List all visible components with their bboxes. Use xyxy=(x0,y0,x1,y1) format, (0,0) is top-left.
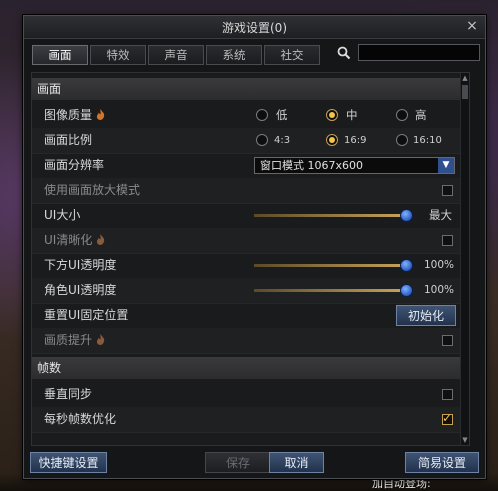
settings-panel: 画面 图像质量 低 中 高 画面比例 4:3 16:9 16:10 画面分辨率 … xyxy=(31,72,470,446)
fps-optimization-label: 每秒帧数优化 xyxy=(44,412,117,426)
simple-settings-button[interactable]: 简易设置 xyxy=(405,452,479,473)
aspect-16-10-label: 16:10 xyxy=(413,135,442,146)
shortcut-settings-button[interactable]: 快捷键设置 xyxy=(30,452,107,473)
quality-medium-label: 中 xyxy=(346,108,358,122)
section-display-header: 画面 xyxy=(32,78,460,100)
scroll-up-icon[interactable]: ▲ xyxy=(461,74,469,82)
character-ui-opacity-slider-knob[interactable] xyxy=(400,284,413,297)
row-zoom-mode: 使用画面放大模式 xyxy=(32,178,460,204)
flame-icon xyxy=(96,334,105,345)
reset-ui-button[interactable]: 初始化 xyxy=(396,305,456,326)
row-aspect-ratio: 画面比例 4:3 16:9 16:10 xyxy=(32,128,460,154)
fps-optimization-checkbox[interactable] xyxy=(442,411,453,425)
tab-sound[interactable]: 声音 xyxy=(148,45,204,65)
aspect-16-10-radio[interactable] xyxy=(396,134,408,146)
row-quality-boost: 画质提升 xyxy=(32,328,460,354)
quality-boost-checkbox[interactable] xyxy=(442,335,453,346)
cancel-button[interactable]: 取消 xyxy=(269,452,324,473)
save-button[interactable]: 保存 xyxy=(205,452,271,473)
row-vsync: 垂直同步 xyxy=(32,382,460,408)
reset-ui-position-label: 重置UI固定位置 xyxy=(44,308,129,322)
ui-size-value: 最大 xyxy=(429,208,452,222)
search-input[interactable] xyxy=(358,44,480,61)
quality-high-label: 高 xyxy=(415,108,427,122)
flame-icon xyxy=(97,234,105,245)
ui-sharpness-checkbox[interactable] xyxy=(442,235,453,246)
character-ui-opacity-value: 100% xyxy=(424,284,455,296)
vsync-checkbox[interactable] xyxy=(442,389,453,400)
character-ui-opacity-slider[interactable] xyxy=(254,284,413,297)
ui-size-slider[interactable] xyxy=(254,209,413,222)
aspect-16-9-radio[interactable] xyxy=(326,134,338,146)
dialog-title: 游戏设置(0) xyxy=(222,21,287,35)
image-quality-label: 图像质量 xyxy=(44,108,93,122)
tab-system[interactable]: 系统 xyxy=(206,45,262,65)
aspect-16-9-label: 16:9 xyxy=(344,135,367,146)
close-icon[interactable]: × xyxy=(465,19,479,33)
resolution-select[interactable]: 窗口模式 1067x600 ▼ xyxy=(254,157,455,174)
aspect-4-3-label: 4:3 xyxy=(274,135,291,146)
zoom-mode-checkbox[interactable] xyxy=(442,185,453,196)
quality-medium-radio[interactable] xyxy=(326,109,338,121)
scroll-down-icon[interactable]: ▼ xyxy=(461,436,469,444)
bottom-ui-opacity-slider-knob[interactable] xyxy=(400,259,413,272)
quality-low-label: 低 xyxy=(276,108,288,122)
scroll-thumb[interactable] xyxy=(462,85,468,99)
game-settings-dialog: 游戏设置(0) × 画面 特效 声音 系统 社交 画面 图像质量 低 中 高 画… xyxy=(23,15,486,479)
row-image-quality: 图像质量 低 中 高 xyxy=(32,103,460,129)
ui-size-slider-knob[interactable] xyxy=(400,209,413,222)
row-bottom-ui-opacity: 下方UI透明度 100% xyxy=(32,253,460,279)
character-ui-opacity-label: 角色UI透明度 xyxy=(44,283,117,297)
resolution-label: 画面分辨率 xyxy=(44,158,105,172)
flame-icon xyxy=(96,109,105,120)
quality-boost-label: 画质提升 xyxy=(44,333,93,347)
row-ui-sharpness: UI清晰化 xyxy=(32,228,460,254)
search-icon[interactable] xyxy=(337,46,351,60)
row-ui-size: UI大小 最大 xyxy=(32,203,460,229)
row-fps-optimization: 每秒帧数优化 xyxy=(32,407,460,433)
bottom-ui-opacity-value: 100% xyxy=(424,259,455,271)
row-reset-ui-position: 重置UI固定位置 初始化 xyxy=(32,303,460,329)
row-character-ui-opacity: 角色UI透明度 100% xyxy=(32,278,460,304)
quality-high-radio[interactable] xyxy=(396,109,408,121)
vsync-label: 垂直同步 xyxy=(44,387,93,401)
zoom-mode-label: 使用画面放大模式 xyxy=(44,183,141,197)
ui-size-label: UI大小 xyxy=(44,208,81,222)
section-fps-header: 帧数 xyxy=(32,357,460,379)
quality-low-radio[interactable] xyxy=(256,109,268,121)
tab-display[interactable]: 画面 xyxy=(32,45,88,65)
row-resolution: 画面分辨率 窗口模式 1067x600 ▼ xyxy=(32,153,460,179)
titlebar: 游戏设置(0) × xyxy=(24,16,485,39)
tab-effects[interactable]: 特效 xyxy=(90,45,146,65)
bottom-ui-opacity-slider[interactable] xyxy=(254,259,413,272)
aspect-ratio-label: 画面比例 xyxy=(44,133,93,147)
ui-sharpness-label: UI清晰化 xyxy=(44,233,93,247)
resolution-value: 窗口模式 1067x600 xyxy=(260,159,363,172)
aspect-4-3-radio[interactable] xyxy=(256,134,268,146)
chevron-down-icon[interactable]: ▼ xyxy=(438,158,454,173)
tab-social[interactable]: 社交 xyxy=(264,45,320,65)
bottom-ui-opacity-label: 下方UI透明度 xyxy=(44,258,117,272)
scrollbar[interactable]: ▲ ▼ xyxy=(460,73,469,445)
